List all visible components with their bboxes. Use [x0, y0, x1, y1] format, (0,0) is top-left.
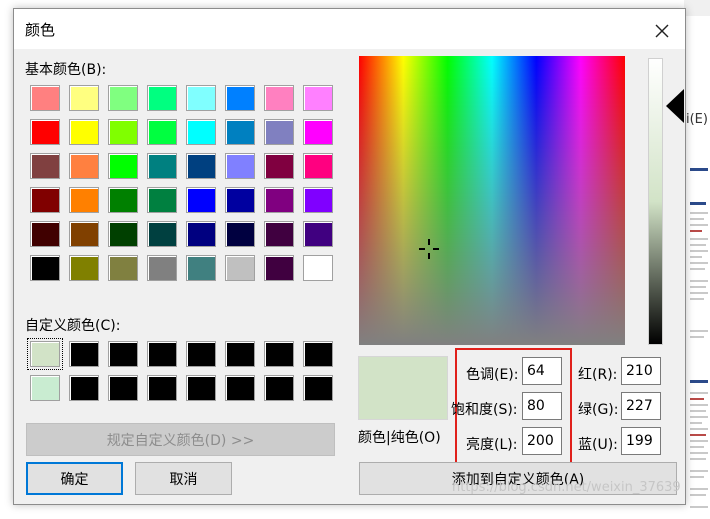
basic-colors-label: 基本颜色(B):: [25, 62, 107, 78]
basic-color-swatch[interactable]: [30, 153, 60, 179]
basic-color-swatch[interactable]: [303, 221, 333, 247]
green-label: 绿(G):: [578, 402, 619, 418]
basic-color-swatch[interactable]: [225, 119, 255, 145]
custom-color-swatch[interactable]: [30, 375, 60, 401]
basic-color-swatch[interactable]: [225, 255, 255, 281]
basic-color-swatch[interactable]: [69, 119, 99, 145]
basic-color-swatch[interactable]: [69, 221, 99, 247]
title-bar: 颜色: [14, 9, 685, 49]
basic-color-swatch[interactable]: [147, 255, 177, 281]
green-input[interactable]: [621, 392, 661, 420]
basic-color-swatch[interactable]: [30, 187, 60, 213]
basic-color-swatch[interactable]: [69, 187, 99, 213]
basic-color-swatch[interactable]: [147, 187, 177, 213]
luminance-slider[interactable]: [648, 58, 663, 345]
custom-color-swatch[interactable]: [225, 375, 255, 401]
basic-color-swatch[interactable]: [108, 221, 138, 247]
basic-color-swatch[interactable]: [186, 221, 216, 247]
basic-color-swatch[interactable]: [147, 85, 177, 111]
basic-color-swatch[interactable]: [303, 85, 333, 111]
luminance-label: 亮度(L):: [466, 437, 518, 453]
basic-color-swatch[interactable]: [147, 221, 177, 247]
custom-color-swatch[interactable]: [264, 341, 294, 367]
luminance-input[interactable]: [522, 427, 562, 455]
custom-colors-label: 自定义颜色(C):: [25, 318, 121, 334]
custom-color-swatch[interactable]: [69, 341, 99, 367]
basic-color-swatch[interactable]: [264, 255, 294, 281]
watermark: https://blog.csdn.net/weixin_37639: [452, 480, 681, 495]
crosshair-icon: [419, 239, 439, 259]
hue-label: 色调(E):: [466, 367, 519, 383]
basic-color-swatch[interactable]: [186, 187, 216, 213]
blue-input[interactable]: [621, 427, 661, 455]
basic-color-swatch[interactable]: [108, 85, 138, 111]
saturation-input[interactable]: [522, 392, 562, 420]
basic-color-swatch[interactable]: [186, 255, 216, 281]
ok-button[interactable]: 确定: [26, 462, 123, 495]
custom-color-swatch[interactable]: [108, 341, 138, 367]
basic-color-swatch[interactable]: [186, 119, 216, 145]
basic-color-swatch[interactable]: [69, 255, 99, 281]
custom-color-swatch[interactable]: [108, 375, 138, 401]
background-document-preview: [688, 150, 710, 519]
red-input[interactable]: [621, 357, 661, 385]
basic-color-swatch[interactable]: [303, 255, 333, 281]
basic-color-swatch[interactable]: [264, 85, 294, 111]
custom-color-swatch[interactable]: [303, 341, 333, 367]
basic-color-swatch[interactable]: [303, 119, 333, 145]
hue-input[interactable]: [522, 357, 562, 385]
custom-color-swatch[interactable]: [303, 375, 333, 401]
custom-color-swatch[interactable]: [147, 341, 177, 367]
saturation-label: 饱和度(S):: [451, 402, 518, 418]
basic-color-swatch[interactable]: [303, 187, 333, 213]
basic-color-swatch[interactable]: [264, 153, 294, 179]
custom-color-swatch[interactable]: [264, 375, 294, 401]
close-button[interactable]: [647, 15, 677, 43]
custom-color-swatch[interactable]: [27, 338, 63, 370]
basic-color-swatch[interactable]: [225, 85, 255, 111]
custom-color-swatch[interactable]: [186, 341, 216, 367]
color-preview: [358, 356, 448, 420]
basic-color-swatch[interactable]: [108, 255, 138, 281]
basic-color-swatch[interactable]: [186, 85, 216, 111]
custom-color-swatch[interactable]: [69, 375, 99, 401]
background-toolbar: [684, 0, 710, 16]
red-label: 红(R):: [578, 367, 618, 383]
basic-color-swatch[interactable]: [186, 153, 216, 179]
basic-color-swatch[interactable]: [69, 153, 99, 179]
basic-color-swatch[interactable]: [225, 153, 255, 179]
close-icon: [655, 24, 669, 38]
basic-color-swatch[interactable]: [264, 119, 294, 145]
basic-color-swatch[interactable]: [108, 119, 138, 145]
cancel-button[interactable]: 取消: [135, 462, 232, 495]
define-custom-colors-button[interactable]: 规定自定义颜色(D) >>: [26, 423, 335, 456]
basic-color-swatch[interactable]: [30, 255, 60, 281]
background-menu-fragment: i(E): [686, 112, 708, 127]
basic-color-swatch[interactable]: [147, 119, 177, 145]
luminance-arrow-icon[interactable]: [666, 89, 684, 123]
custom-color-swatch[interactable]: [186, 375, 216, 401]
basic-color-swatch[interactable]: [30, 85, 60, 111]
color-dialog: 颜色 基本颜色(B): 自定义颜色(C): 规定自定义颜色(D) >> 确定 取…: [13, 8, 686, 505]
color-spectrum[interactable]: [359, 56, 625, 345]
basic-color-swatch[interactable]: [30, 119, 60, 145]
basic-color-swatch[interactable]: [30, 221, 60, 247]
basic-color-swatch[interactable]: [225, 187, 255, 213]
basic-color-swatch[interactable]: [303, 153, 333, 179]
basic-color-swatch[interactable]: [264, 221, 294, 247]
basic-color-swatch[interactable]: [147, 153, 177, 179]
basic-color-swatch[interactable]: [264, 187, 294, 213]
color-solid-label: 颜色|纯色(O): [358, 430, 441, 446]
blue-label: 蓝(U):: [578, 437, 618, 453]
basic-color-swatch[interactable]: [69, 85, 99, 111]
basic-color-swatch[interactable]: [108, 153, 138, 179]
dialog-title: 颜色: [25, 21, 56, 39]
custom-color-swatch[interactable]: [147, 375, 177, 401]
basic-color-swatch[interactable]: [225, 221, 255, 247]
basic-color-swatch[interactable]: [108, 187, 138, 213]
custom-color-swatch[interactable]: [225, 341, 255, 367]
